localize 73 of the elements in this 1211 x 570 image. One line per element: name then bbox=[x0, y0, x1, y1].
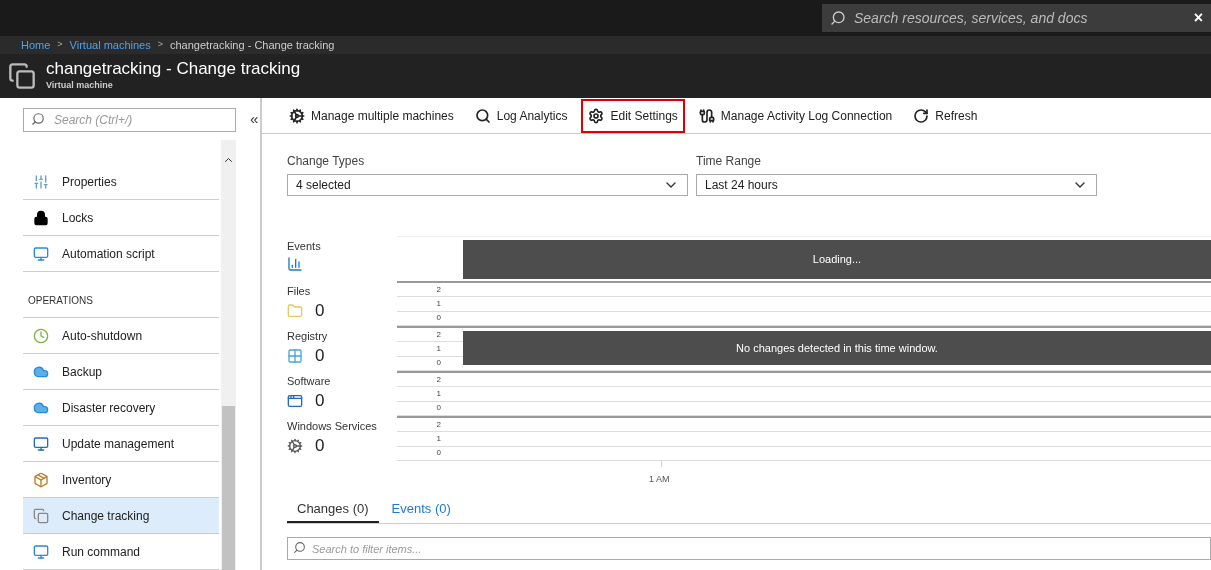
page-title: changetracking - Change tracking bbox=[46, 59, 301, 80]
close-button[interactable]: × bbox=[1193, 6, 1203, 30]
tick-label: 0 bbox=[436, 312, 441, 325]
breadcrumb-current: changetracking - Change tracking bbox=[170, 37, 335, 53]
dropdown[interactable]: Last 24 hours bbox=[696, 174, 1097, 196]
breadcrumb-separator: > bbox=[157, 38, 163, 52]
monitor-icon bbox=[33, 435, 49, 452]
clock-icon bbox=[33, 327, 49, 344]
blocks-icon bbox=[287, 348, 303, 364]
magnifier-icon bbox=[474, 107, 491, 124]
search-icon bbox=[830, 10, 846, 26]
scrollbar[interactable] bbox=[221, 140, 236, 570]
breadcrumb-separator: > bbox=[57, 38, 63, 52]
collapse-button[interactable]: « bbox=[250, 107, 259, 131]
count-value: 0 bbox=[315, 391, 325, 411]
tick-label: 2 bbox=[436, 418, 441, 431]
breadcrumb-link[interactable]: Virtual machines bbox=[69, 36, 151, 54]
gear-icon bbox=[588, 107, 605, 124]
gear-icon bbox=[289, 107, 305, 124]
toolbar-button[interactable]: Refresh bbox=[906, 98, 985, 133]
page-subtitle: Virtual machine bbox=[46, 79, 114, 93]
count-value: 0 bbox=[315, 301, 325, 321]
category-label: Software bbox=[287, 375, 332, 387]
toolbar-button[interactable]: Manage multiple machines bbox=[282, 98, 461, 133]
filter-label: Time Range bbox=[696, 153, 762, 170]
global-search-field[interactable]: Search resources, services, and docs × bbox=[822, 4, 1211, 32]
tick-label: 2 bbox=[436, 328, 441, 341]
sliders-icon bbox=[33, 173, 49, 190]
dropdown[interactable]: 4 selected bbox=[287, 174, 688, 196]
tick-label: 1 bbox=[436, 433, 441, 445]
category-label: Events bbox=[287, 240, 322, 252]
tab[interactable]: Changes (0) bbox=[287, 496, 379, 523]
tab[interactable]: Events (0) bbox=[381, 496, 461, 523]
documents-icon bbox=[33, 507, 49, 524]
filter-label: Change Types bbox=[287, 153, 366, 170]
tick-label: 1 bbox=[436, 298, 441, 310]
status-banner: Loading... bbox=[463, 240, 1211, 279]
window-icon bbox=[287, 393, 303, 409]
toolbar-button[interactable]: Manage Activity Log Connection bbox=[691, 98, 900, 133]
breadcrumb-link[interactable]: Home bbox=[21, 36, 51, 54]
search-icon bbox=[293, 540, 306, 554]
category-label: Files bbox=[287, 285, 312, 297]
section-heading: OPERATIONS bbox=[28, 294, 93, 308]
monitor-icon bbox=[33, 543, 49, 560]
tick-label: 2 bbox=[436, 283, 441, 296]
search-icon bbox=[31, 112, 45, 126]
monitor-icon bbox=[33, 245, 49, 262]
search-field[interactable]: Search (Ctrl+/) bbox=[23, 108, 236, 132]
tick-label: 0 bbox=[436, 447, 441, 460]
tick-label: 0 bbox=[436, 357, 441, 370]
category-label: Windows Services bbox=[287, 420, 378, 432]
axis-label: 1 AM bbox=[649, 473, 671, 486]
tick-label: 1 bbox=[436, 343, 441, 355]
plug-icon bbox=[698, 107, 715, 124]
toolbar-button[interactable]: Edit Settings bbox=[581, 98, 685, 133]
count-value: 0 bbox=[315, 436, 325, 456]
sidebar-item[interactable]: Change tracking bbox=[23, 498, 219, 534]
filter-search-field[interactable]: Search to filter items... bbox=[287, 537, 1211, 560]
tick-label: 2 bbox=[436, 373, 441, 386]
category-label: Registry bbox=[287, 330, 329, 342]
count-value: 0 bbox=[315, 346, 325, 366]
tick-label: 0 bbox=[436, 402, 441, 415]
status-banner: No changes detected in this time window. bbox=[463, 331, 1211, 365]
documents-icon bbox=[8, 62, 36, 90]
folder-icon bbox=[287, 303, 303, 319]
lock-icon bbox=[33, 209, 49, 226]
scrollbar-thumb[interactable] bbox=[222, 406, 235, 570]
tick-label: 1 bbox=[436, 388, 441, 400]
boxes-icon bbox=[33, 471, 49, 488]
toolbar-button[interactable]: Log Analytics bbox=[467, 98, 575, 133]
refresh-icon bbox=[913, 107, 930, 124]
bar-chart-icon bbox=[287, 256, 303, 272]
global-search-input[interactable]: Search resources, services, and docs bbox=[854, 7, 1186, 29]
